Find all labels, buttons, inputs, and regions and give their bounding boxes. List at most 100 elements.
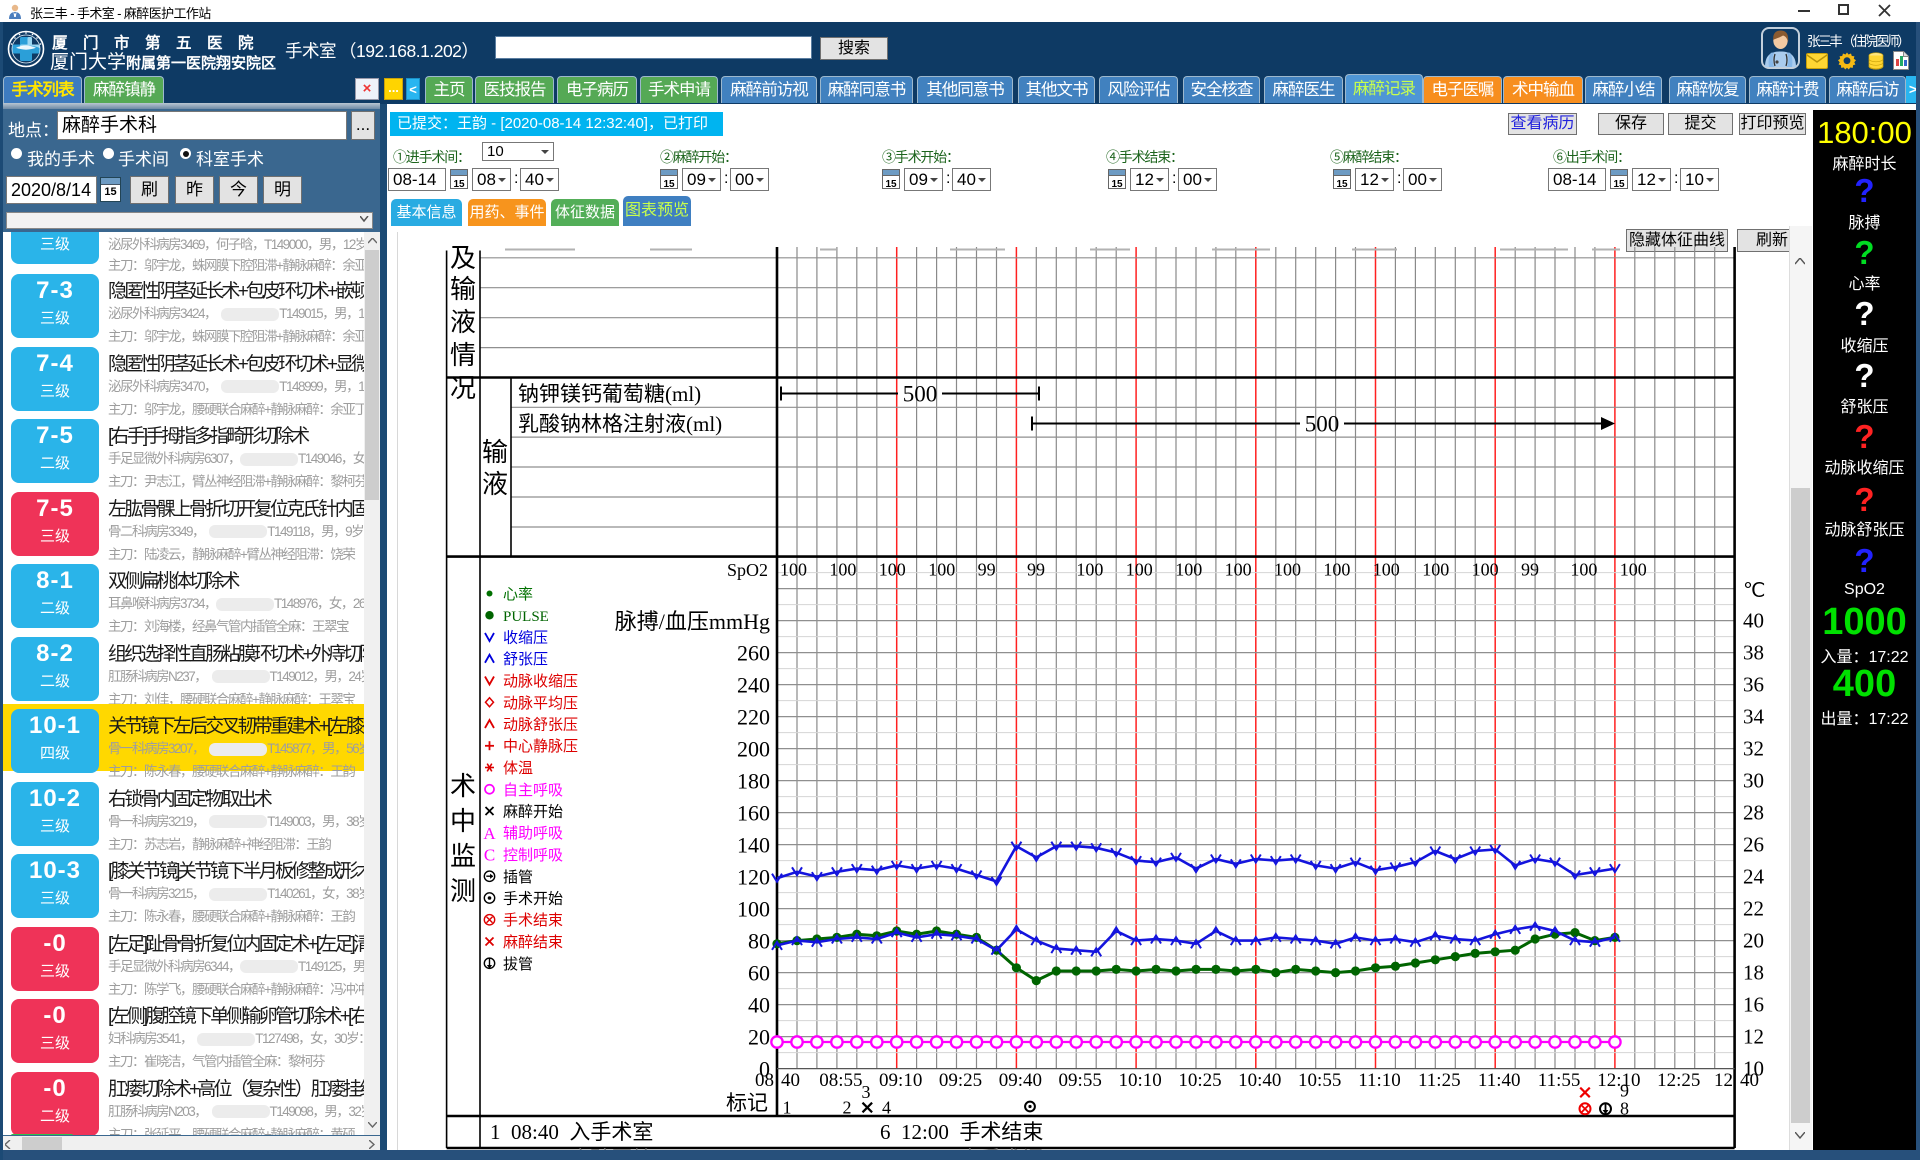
svg-text:1 08:40 入手术室: 1 08:40 入手术室 xyxy=(490,1120,653,1144)
svg-text:输: 输 xyxy=(450,275,476,304)
svg-text:40: 40 xyxy=(1740,1070,1759,1091)
svg-text:动脉收缩压: 动脉收缩压 xyxy=(503,673,578,690)
svg-text:A: A xyxy=(483,824,496,843)
svg-text:动脉平均压: 动脉平均压 xyxy=(503,695,578,712)
svg-text:PULSE: PULSE xyxy=(503,609,549,625)
svg-text:100: 100 xyxy=(1323,560,1350,580)
svg-text:3: 3 xyxy=(862,1082,871,1102)
svg-text:℃: ℃ xyxy=(1743,580,1765,602)
svg-text:260: 260 xyxy=(737,641,770,666)
svg-text:24: 24 xyxy=(1743,865,1765,889)
svg-text:40: 40 xyxy=(781,1070,800,1091)
svg-text:180: 180 xyxy=(737,769,770,794)
svg-text:20: 20 xyxy=(748,1025,770,1050)
svg-text:28: 28 xyxy=(1743,801,1764,825)
svg-text:11:40: 11:40 xyxy=(1478,1070,1521,1091)
svg-text:11:10: 11:10 xyxy=(1358,1070,1401,1091)
svg-text:20: 20 xyxy=(1743,929,1764,953)
svg-text:100: 100 xyxy=(737,897,770,922)
svg-text:情: 情 xyxy=(450,341,476,370)
svg-text:10:25: 10:25 xyxy=(1178,1070,1221,1091)
svg-text:测: 测 xyxy=(450,877,476,906)
svg-text:100: 100 xyxy=(1274,560,1301,580)
svg-text:收缩压: 收缩压 xyxy=(503,630,548,647)
svg-text:240: 240 xyxy=(737,673,770,698)
svg-text:100: 100 xyxy=(1225,560,1252,580)
svg-text:100: 100 xyxy=(879,560,906,580)
svg-text:32: 32 xyxy=(1743,737,1764,761)
svg-text:26: 26 xyxy=(1743,833,1764,857)
svg-text:心率: 心率 xyxy=(503,586,533,603)
svg-text:160: 160 xyxy=(737,801,770,826)
svg-text:插管: 插管 xyxy=(503,869,533,886)
svg-text:99: 99 xyxy=(1521,560,1539,580)
svg-text:12:10: 12:10 xyxy=(1597,1070,1640,1091)
svg-text:500: 500 xyxy=(1305,412,1340,437)
svg-text:2: 2 xyxy=(843,1098,852,1118)
svg-text:60: 60 xyxy=(748,961,770,986)
svg-text:09:40: 09:40 xyxy=(999,1070,1042,1091)
svg-text:220: 220 xyxy=(737,705,770,730)
svg-text:钠钾镁钙葡萄糖(ml): 钠钾镁钙葡萄糖(ml) xyxy=(518,382,701,406)
svg-text:34: 34 xyxy=(1743,705,1765,729)
svg-text:38: 38 xyxy=(1743,641,1764,665)
svg-text:自主呼吸: 自主呼吸 xyxy=(503,782,563,799)
svg-text:10:55: 10:55 xyxy=(1298,1070,1341,1091)
svg-text:中: 中 xyxy=(450,807,476,836)
svg-text:12:25: 12:25 xyxy=(1657,1070,1700,1091)
svg-text:控制呼吸: 控制呼吸 xyxy=(503,847,563,864)
svg-text:120: 120 xyxy=(737,865,770,890)
svg-text:30: 30 xyxy=(1743,769,1764,793)
svg-text:况: 况 xyxy=(450,374,476,403)
svg-text:12: 12 xyxy=(1743,1025,1764,1049)
svg-text:1: 1 xyxy=(783,1098,792,1118)
svg-text:09:10: 09:10 xyxy=(879,1070,922,1091)
svg-text:200: 200 xyxy=(737,737,770,762)
svg-text:16: 16 xyxy=(1743,993,1764,1017)
svg-text:及: 及 xyxy=(450,244,476,273)
svg-text:100: 100 xyxy=(1472,560,1499,580)
svg-text:手术开始: 手术开始 xyxy=(503,891,563,908)
svg-text:拔管: 拔管 xyxy=(503,956,533,973)
svg-text:4: 4 xyxy=(882,1098,891,1118)
svg-text:9: 9 xyxy=(1620,1081,1629,1101)
svg-text:36: 36 xyxy=(1743,673,1764,697)
svg-text:辅助呼吸: 辅助呼吸 xyxy=(503,825,563,842)
svg-text:脉搏/血压mmHg: 脉搏/血压mmHg xyxy=(615,609,770,634)
svg-text:舒张压: 舒张压 xyxy=(503,651,548,668)
svg-text:500: 500 xyxy=(903,382,938,407)
svg-text:动脉舒张压: 动脉舒张压 xyxy=(503,717,578,734)
svg-text:12: 12 xyxy=(1714,1070,1733,1091)
svg-text:输: 输 xyxy=(482,438,508,467)
svg-text:6 12:00 手术结束: 6 12:00 手术结束 xyxy=(880,1120,1043,1144)
svg-text:08:55: 08:55 xyxy=(819,1070,862,1091)
svg-text:140: 140 xyxy=(737,833,770,858)
svg-text:乳酸钠林格注射液(ml): 乳酸钠林格注射液(ml) xyxy=(518,412,722,436)
svg-text:99: 99 xyxy=(1027,560,1045,580)
svg-text:麻醉结束: 麻醉结束 xyxy=(503,934,563,951)
svg-text:100: 100 xyxy=(780,560,807,580)
svg-text:监: 监 xyxy=(450,842,476,871)
svg-text:100: 100 xyxy=(1175,560,1202,580)
svg-text:09:55: 09:55 xyxy=(1059,1070,1102,1091)
svg-text:标记: 标记 xyxy=(726,1091,768,1115)
svg-text:100: 100 xyxy=(1076,560,1103,580)
svg-text:40: 40 xyxy=(1743,609,1764,633)
svg-text:100: 100 xyxy=(1620,560,1647,580)
svg-text:11:55: 11:55 xyxy=(1538,1070,1581,1091)
svg-text:100: 100 xyxy=(928,560,955,580)
svg-text:手术结束: 手术结束 xyxy=(503,912,563,929)
svg-text:液: 液 xyxy=(450,308,476,337)
svg-text:10:10: 10:10 xyxy=(1118,1070,1161,1091)
svg-text:体温: 体温 xyxy=(503,760,533,777)
svg-text:100: 100 xyxy=(829,560,856,580)
svg-text:100: 100 xyxy=(1570,560,1597,580)
svg-text:10:40: 10:40 xyxy=(1238,1070,1281,1091)
svg-text:80: 80 xyxy=(748,929,770,954)
svg-text:09:25: 09:25 xyxy=(939,1070,982,1091)
svg-text:40: 40 xyxy=(748,993,770,1018)
svg-text:中心静脉压: 中心静脉压 xyxy=(503,738,578,755)
svg-text:18: 18 xyxy=(1743,961,1764,985)
svg-text:SpO2: SpO2 xyxy=(727,560,768,580)
svg-text:C: C xyxy=(484,846,495,865)
